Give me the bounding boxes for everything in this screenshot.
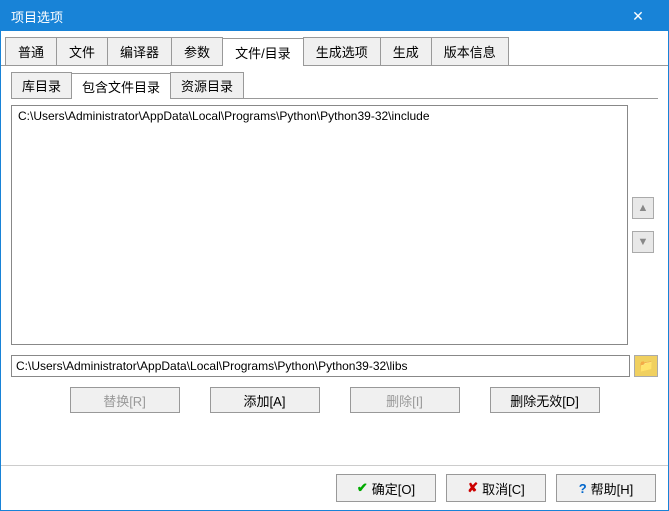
ok-button[interactable]: ✔确定[O] [336,474,436,502]
tab-build-options[interactable]: 生成选项 [303,37,381,65]
tab-general[interactable]: 普通 [5,37,57,65]
tab-files[interactable]: 文件 [56,37,108,65]
subtab-include-dirs[interactable]: 包含文件目录 [71,73,171,99]
question-icon: ? [579,481,587,496]
delete-button: 删除[I] [350,387,460,413]
close-icon[interactable]: ✕ [618,1,658,31]
path-input[interactable] [11,355,630,377]
browse-button[interactable]: 📁 [634,355,658,377]
delete-invalid-button[interactable]: 删除无效[D] [490,387,600,413]
directory-list[interactable]: C:\Users\Administrator\AppData\Local\Pro… [11,105,628,345]
tab-params[interactable]: 参数 [171,37,223,65]
subtab-lib-dirs[interactable]: 库目录 [11,72,72,98]
tab-compiler[interactable]: 编译器 [107,37,172,65]
cancel-button[interactable]: ✘取消[C] [446,474,546,502]
tabs-main: 普通 文件 编译器 参数 文件/目录 生成选项 生成 版本信息 [1,33,668,66]
arrow-up-icon: ▲ [638,202,649,214]
subtab-res-dirs[interactable]: 资源目录 [170,72,244,98]
help-button[interactable]: ?帮助[H] [556,474,656,502]
tab-build[interactable]: 生成 [380,37,432,65]
tabs-sub: 库目录 包含文件目录 资源目录 [11,72,658,99]
tab-files-dirs[interactable]: 文件/目录 [222,38,304,66]
replace-button: 替换[R] [70,387,180,413]
window-title: 项目选项 [11,7,618,26]
move-up-button[interactable]: ▲ [632,197,654,219]
titlebar: 项目选项 ✕ [1,1,668,31]
x-icon: ✘ [467,480,478,496]
check-icon: ✔ [357,480,368,496]
add-button[interactable]: 添加[A] [210,387,320,413]
folder-icon: 📁 [639,359,654,373]
list-item[interactable]: C:\Users\Administrator\AppData\Local\Pro… [16,108,623,124]
move-down-button[interactable]: ▼ [632,231,654,253]
dialog-footer: ✔确定[O] ✘取消[C] ?帮助[H] [1,465,668,510]
arrow-down-icon: ▼ [638,236,649,248]
tab-version[interactable]: 版本信息 [431,37,509,65]
